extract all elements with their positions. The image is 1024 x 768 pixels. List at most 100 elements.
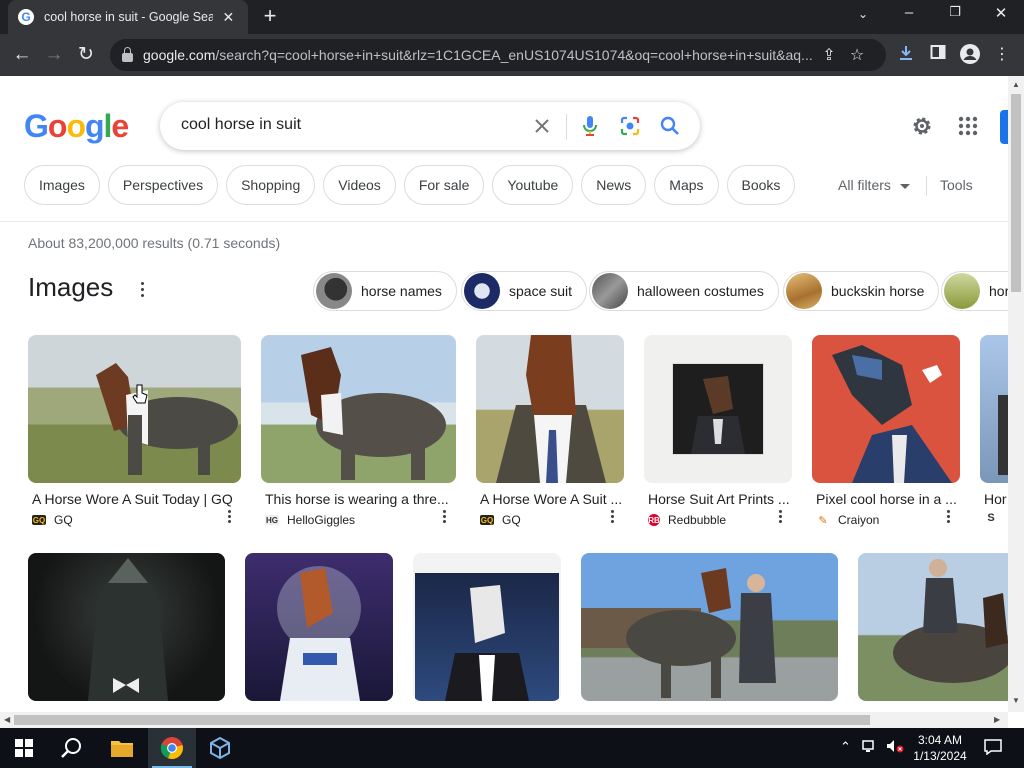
images-more-icon[interactable]: [136, 282, 148, 300]
url-text[interactable]: google.com/search?q=cool+horse+in+suit&r…: [143, 47, 815, 63]
card-more-icon[interactable]: [946, 510, 950, 525]
share-icon[interactable]: ⇪: [815, 45, 843, 65]
profile-icon[interactable]: [959, 44, 981, 66]
result-image[interactable]: [644, 335, 792, 483]
card-more-icon[interactable]: [442, 510, 446, 525]
refine-thumb-image: [944, 273, 980, 309]
mouse-cursor-icon: [132, 384, 148, 404]
notifications-icon[interactable]: [984, 739, 1002, 758]
result-image[interactable]: [28, 553, 225, 701]
chip-youtube[interactable]: Youtube: [492, 165, 574, 205]
result-image[interactable]: [980, 335, 1008, 483]
card-title[interactable]: Horse Suit Art Prints ...: [644, 491, 792, 507]
virtualbox-icon[interactable]: [196, 728, 244, 768]
volume-muted-icon[interactable]: [886, 739, 904, 756]
search-box[interactable]: cool horse in suit: [160, 102, 700, 150]
card-more-icon[interactable]: [778, 510, 782, 525]
chrome-taskbar-icon[interactable]: [148, 728, 196, 768]
horizontal-scroll-thumb[interactable]: [14, 715, 870, 725]
taskbar-clock[interactable]: 3:04 AM 1/13/2024: [904, 732, 976, 764]
result-image[interactable]: [858, 553, 1008, 701]
chip-images[interactable]: Images: [24, 165, 100, 205]
download-icon[interactable]: [895, 44, 917, 66]
restore-icon[interactable]: ❐: [940, 4, 970, 20]
side-panel-icon[interactable]: [927, 44, 949, 66]
result-image[interactable]: [28, 335, 241, 483]
card-title[interactable]: A Horse Wore A Suit Today | GQ: [28, 491, 241, 507]
result-image[interactable]: [812, 335, 960, 483]
card-more-icon[interactable]: [227, 510, 231, 525]
card-source[interactable]: HG HelloGiggles: [261, 513, 456, 527]
close-window-icon[interactable]: ✕: [986, 4, 1016, 22]
horizontal-scrollbar[interactable]: ◀ ▶: [0, 712, 1008, 728]
mic-icon[interactable]: [578, 114, 602, 138]
refine-label: space suit: [509, 283, 573, 299]
image-card[interactable]: Horse Suit Art Prints ... RB Redbubble: [644, 335, 792, 527]
chip-videos[interactable]: Videos: [323, 165, 396, 205]
result-image[interactable]: [245, 553, 393, 701]
image-card[interactable]: A Horse Wore A Suit Today | GQ GQ GQ: [28, 335, 241, 527]
minimize-icon[interactable]: –: [894, 4, 924, 21]
refine-chip-partial[interactable]: hor: [941, 271, 1008, 311]
vertical-scroll-thumb[interactable]: [1011, 94, 1021, 292]
card-source[interactable]: S: [980, 512, 1008, 523]
new-tab-button[interactable]: +: [258, 3, 282, 29]
back-icon[interactable]: ←: [10, 43, 34, 67]
image-card[interactable]: Hor S: [980, 335, 1008, 523]
browser-tab[interactable]: G cool horse in suit - Google Search ✕: [8, 0, 248, 34]
card-source[interactable]: GQ GQ: [476, 513, 624, 527]
card-more-icon[interactable]: [610, 510, 614, 525]
tab-close-icon[interactable]: ✕: [219, 9, 238, 26]
chip-shopping[interactable]: Shopping: [226, 165, 316, 205]
google-logo[interactable]: Google: [24, 108, 129, 145]
clear-icon[interactable]: [530, 114, 554, 138]
refine-chip-buckskin-horse[interactable]: buckskin horse: [783, 271, 940, 311]
search-input[interactable]: cool horse in suit: [181, 116, 301, 134]
all-filters-dropdown[interactable]: All filters: [838, 177, 910, 193]
chip-perspectives[interactable]: Perspectives: [107, 165, 219, 205]
card-title[interactable]: A Horse Wore A Suit ...: [476, 491, 624, 507]
chip-maps[interactable]: Maps: [654, 165, 719, 205]
refine-chip-space-suit[interactable]: space suit: [461, 271, 588, 311]
network-icon[interactable]: [862, 739, 878, 756]
star-icon[interactable]: ☆: [843, 45, 871, 65]
card-title[interactable]: Hor: [980, 491, 1008, 507]
result-image[interactable]: [413, 553, 561, 701]
vertical-scrollbar[interactable]: ▲ ▼: [1008, 76, 1024, 712]
refine-chip-halloween-costumes[interactable]: halloween costumes: [589, 271, 779, 311]
taskbar-search-icon[interactable]: [48, 728, 96, 768]
gear-icon[interactable]: [910, 114, 934, 138]
tray-chevron-icon[interactable]: ⌃: [840, 739, 851, 755]
card-source[interactable]: GQ GQ: [28, 513, 241, 527]
result-image[interactable]: [261, 335, 456, 483]
image-card[interactable]: A Horse Wore A Suit ... GQ GQ: [476, 335, 624, 527]
chip-news[interactable]: News: [581, 165, 647, 205]
address-bar[interactable]: google.com/search?q=cool+horse+in+suit&r…: [110, 39, 886, 71]
tab-search-chevron-icon[interactable]: ⌄: [848, 7, 878, 21]
card-source[interactable]: RB Redbubble: [644, 513, 792, 527]
reload-icon[interactable]: ↻: [74, 43, 98, 67]
file-explorer-icon[interactable]: [98, 728, 146, 768]
filter-separator: [926, 176, 927, 196]
source-icon: S: [987, 512, 995, 523]
image-card[interactable]: This horse is wearing a thre... HG Hello…: [261, 335, 456, 527]
chip-books[interactable]: Books: [726, 165, 796, 205]
result-image[interactable]: [476, 335, 624, 483]
card-title[interactable]: Pixel cool horse in a ...: [812, 491, 960, 507]
card-title[interactable]: This horse is wearing a thre...: [261, 491, 456, 507]
chip-for-sale[interactable]: For sale: [403, 165, 485, 205]
windows-taskbar: ⌃ 3:04 AM 1/13/2024: [0, 728, 1024, 768]
image-card[interactable]: Pixel cool horse in a ... ✎ Craiyon: [812, 335, 960, 527]
refine-chip-horse-names[interactable]: horse names: [313, 271, 457, 311]
lens-icon[interactable]: [618, 114, 642, 138]
menu-kebab-icon[interactable]: ⋮: [991, 44, 1013, 66]
start-button[interactable]: [0, 728, 48, 768]
search-icon[interactable]: [658, 114, 682, 138]
apps-icon[interactable]: [956, 114, 980, 138]
forward-icon[interactable]: →: [42, 43, 66, 67]
result-image[interactable]: [581, 553, 838, 701]
sign-in-button[interactable]: [1000, 110, 1008, 144]
windows-logo-icon: [15, 739, 33, 757]
card-source[interactable]: ✎ Craiyon: [812, 513, 960, 527]
tools-button[interactable]: Tools: [940, 177, 973, 193]
